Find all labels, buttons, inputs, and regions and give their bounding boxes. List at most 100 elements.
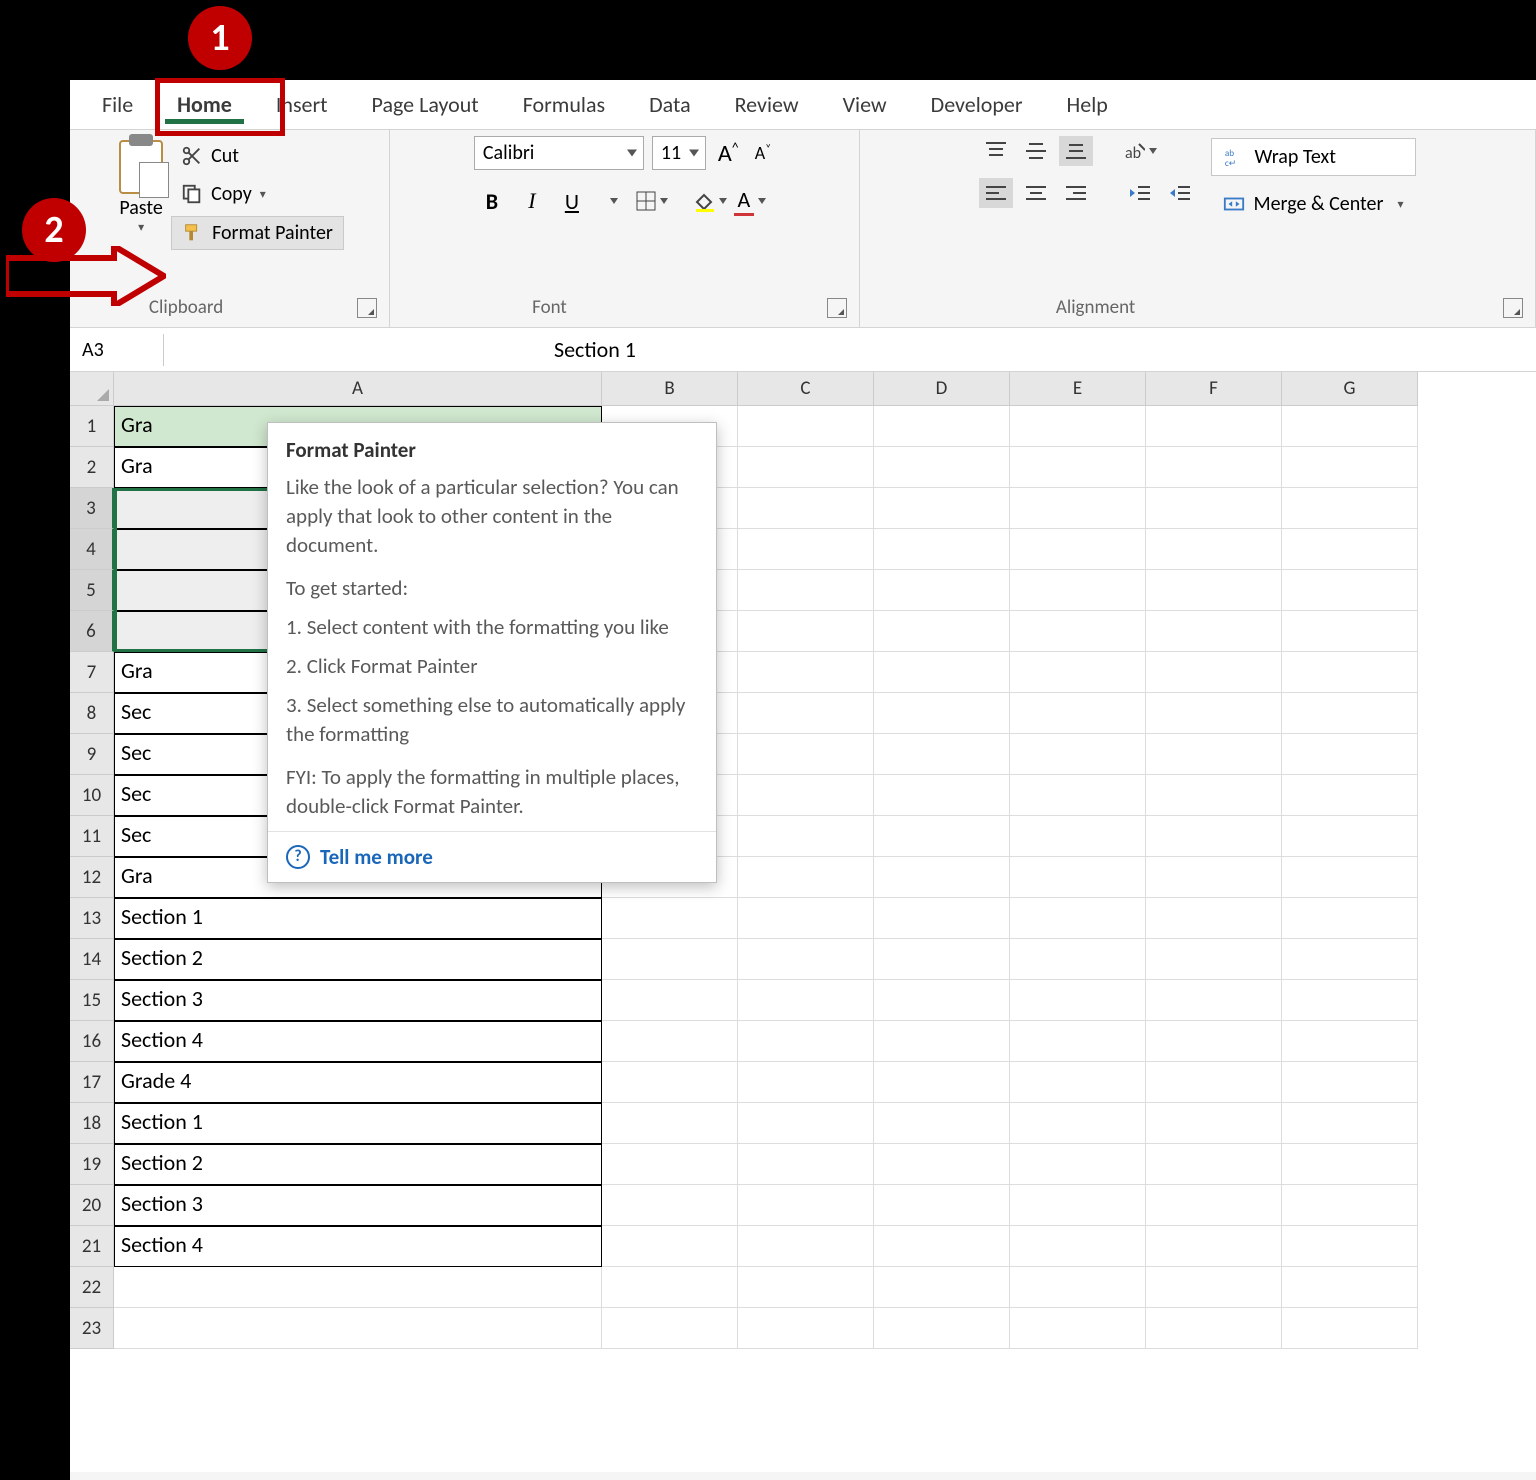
cell-G10[interactable] (1282, 775, 1418, 816)
cell-B15[interactable] (602, 980, 738, 1021)
merge-center-button[interactable]: Merge & Center ▾ (1211, 186, 1415, 222)
row-header-2[interactable]: 2 (70, 447, 114, 488)
cell-F7[interactable] (1146, 652, 1282, 693)
cell-G11[interactable] (1282, 816, 1418, 857)
row-header-10[interactable]: 10 (70, 775, 114, 816)
tooltip-tell-me-more-link[interactable]: ? Tell me more (268, 831, 716, 882)
cell-C15[interactable] (738, 980, 874, 1021)
cell-G18[interactable] (1282, 1103, 1418, 1144)
cell-A14[interactable]: Section 2 (114, 939, 602, 980)
row-header-18[interactable]: 18 (70, 1103, 114, 1144)
italic-button[interactable]: I (514, 184, 550, 218)
cell-A22[interactable] (114, 1267, 602, 1308)
cell-E6[interactable] (1010, 611, 1146, 652)
cell-D13[interactable] (874, 898, 1010, 939)
cell-D23[interactable] (874, 1308, 1010, 1349)
tab-developer[interactable]: Developer (909, 81, 1045, 128)
cell-C10[interactable] (738, 775, 874, 816)
cell-E13[interactable] (1010, 898, 1146, 939)
tab-formulas[interactable]: Formulas (501, 81, 627, 128)
cell-C2[interactable] (738, 447, 874, 488)
cell-C6[interactable] (738, 611, 874, 652)
cell-G3[interactable] (1282, 488, 1418, 529)
font-size-combo[interactable]: 11 (652, 136, 706, 170)
tab-review[interactable]: Review (713, 81, 821, 128)
column-header-D[interactable]: D (874, 372, 1010, 406)
column-header-F[interactable]: F (1146, 372, 1282, 406)
cell-F5[interactable] (1146, 570, 1282, 611)
row-header-7[interactable]: 7 (70, 652, 114, 693)
underline-button[interactable]: U (554, 184, 590, 218)
cell-F11[interactable] (1146, 816, 1282, 857)
wrap-text-button[interactable]: abc↵ Wrap Text (1211, 138, 1415, 176)
cell-G2[interactable] (1282, 447, 1418, 488)
alignment-dialog-launcher[interactable] (1503, 298, 1523, 318)
cell-G13[interactable] (1282, 898, 1418, 939)
increase-font-size-button[interactable]: A^ (714, 139, 743, 168)
paste-dropdown-icon[interactable]: ▾ (138, 220, 144, 235)
cell-E4[interactable] (1010, 529, 1146, 570)
align-right-button[interactable] (1059, 178, 1093, 208)
cell-E11[interactable] (1010, 816, 1146, 857)
cell-E14[interactable] (1010, 939, 1146, 980)
cell-A23[interactable] (114, 1308, 602, 1349)
name-box[interactable]: A3 (74, 334, 164, 366)
cell-A13[interactable]: Section 1 (114, 898, 602, 939)
cell-D21[interactable] (874, 1226, 1010, 1267)
row-header-21[interactable]: 21 (70, 1226, 114, 1267)
cell-D14[interactable] (874, 939, 1010, 980)
decrease-indent-button[interactable] (1123, 178, 1157, 208)
row-header-14[interactable]: 14 (70, 939, 114, 980)
align-top-button[interactable] (979, 136, 1013, 166)
cell-D15[interactable] (874, 980, 1010, 1021)
orientation-button[interactable]: ab (1123, 136, 1157, 166)
cell-A21[interactable]: Section 4 (114, 1226, 602, 1267)
cell-F22[interactable] (1146, 1267, 1282, 1308)
cell-F10[interactable] (1146, 775, 1282, 816)
cell-B17[interactable] (602, 1062, 738, 1103)
borders-button[interactable] (634, 184, 670, 218)
row-header-8[interactable]: 8 (70, 693, 114, 734)
cell-E2[interactable] (1010, 447, 1146, 488)
cell-A20[interactable]: Section 3 (114, 1185, 602, 1226)
cell-B23[interactable] (602, 1308, 738, 1349)
cell-G4[interactable] (1282, 529, 1418, 570)
cell-G23[interactable] (1282, 1308, 1418, 1349)
cell-F17[interactable] (1146, 1062, 1282, 1103)
cell-D7[interactable] (874, 652, 1010, 693)
cell-D8[interactable] (874, 693, 1010, 734)
column-headers[interactable]: ABCDEFG (114, 372, 1418, 406)
cell-F19[interactable] (1146, 1144, 1282, 1185)
cell-F23[interactable] (1146, 1308, 1282, 1349)
cell-A18[interactable]: Section 1 (114, 1103, 602, 1144)
cell-E8[interactable] (1010, 693, 1146, 734)
cell-E21[interactable] (1010, 1226, 1146, 1267)
cell-C9[interactable] (738, 734, 874, 775)
row-header-6[interactable]: 6 (70, 611, 114, 652)
cell-C20[interactable] (738, 1185, 874, 1226)
cell-E9[interactable] (1010, 734, 1146, 775)
cell-C3[interactable] (738, 488, 874, 529)
cell-B19[interactable] (602, 1144, 738, 1185)
cell-D5[interactable] (874, 570, 1010, 611)
row-header-11[interactable]: 11 (70, 816, 114, 857)
cell-D2[interactable] (874, 447, 1010, 488)
cell-C22[interactable] (738, 1267, 874, 1308)
cell-D18[interactable] (874, 1103, 1010, 1144)
cell-A19[interactable]: Section 2 (114, 1144, 602, 1185)
copy-button[interactable]: Copy ▾ (171, 178, 344, 210)
cell-B22[interactable] (602, 1267, 738, 1308)
bold-button[interactable]: B (474, 184, 510, 218)
cell-D4[interactable] (874, 529, 1010, 570)
cell-F20[interactable] (1146, 1185, 1282, 1226)
row-header-3[interactable]: 3 (70, 488, 114, 529)
tab-data[interactable]: Data (627, 81, 713, 128)
tab-file[interactable]: File (80, 81, 155, 128)
cell-F1[interactable] (1146, 406, 1282, 447)
row-header-12[interactable]: 12 (70, 857, 114, 898)
cell-F18[interactable] (1146, 1103, 1282, 1144)
cell-F12[interactable] (1146, 857, 1282, 898)
cell-E16[interactable] (1010, 1021, 1146, 1062)
cell-C23[interactable] (738, 1308, 874, 1349)
cell-C12[interactable] (738, 857, 874, 898)
